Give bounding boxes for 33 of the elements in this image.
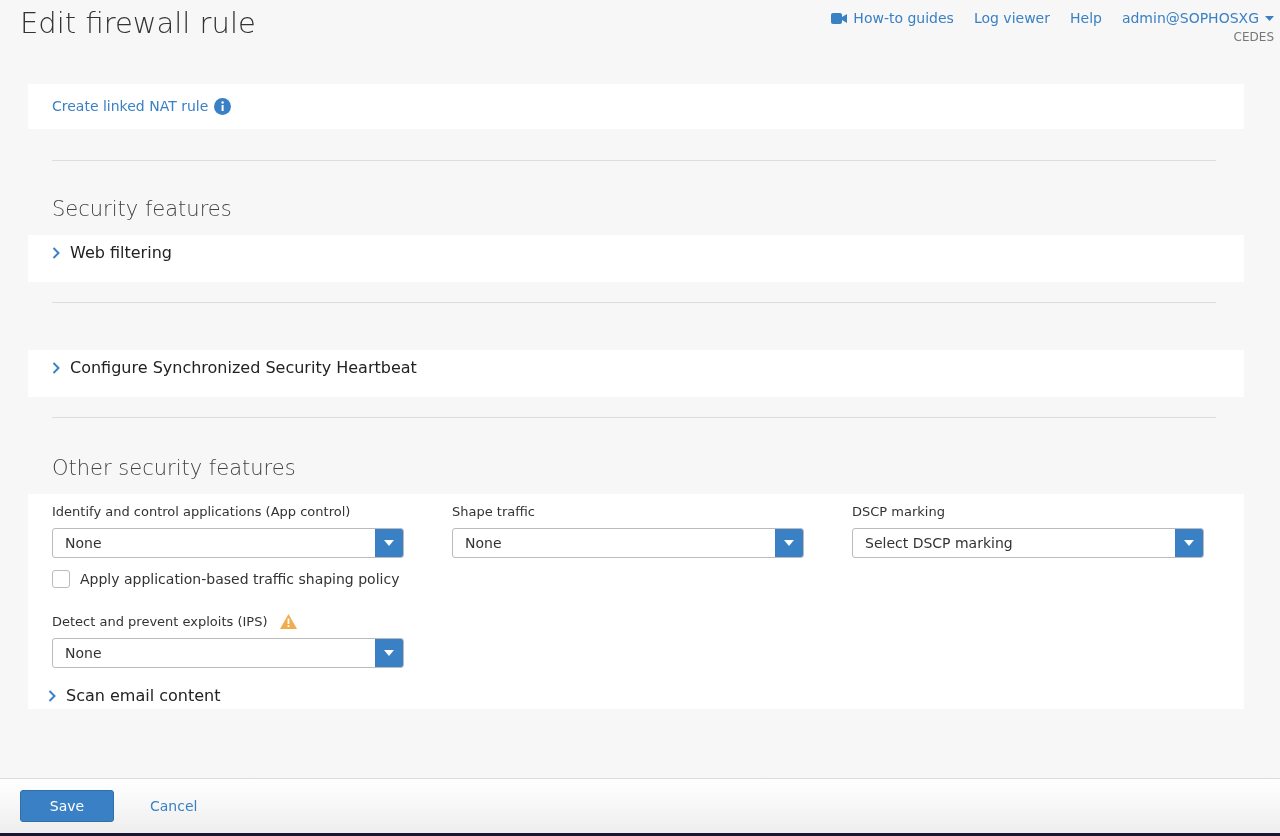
select-dropdown[interactable]: None — [52, 638, 404, 668]
caret-down-icon — [1265, 15, 1274, 21]
nav-link[interactable]: How-to guides — [831, 10, 954, 26]
chevron-icon — [48, 689, 56, 702]
page-title: Edit firewall rule — [20, 6, 256, 42]
select-dropdown[interactable]: None — [52, 528, 404, 558]
nat-rule-link[interactable]: Create linked NAT rule — [52, 98, 209, 114]
checkbox[interactable]: Apply application-based traffic shaping policy — [52, 570, 1220, 588]
info-icon — [214, 97, 232, 115]
cancel-link[interactable]: Cancel — [144, 790, 204, 822]
select-dropdown[interactable]: None — [452, 528, 804, 558]
field-label: Shape traffic — [452, 504, 535, 519]
chevron-icon — [52, 361, 60, 374]
section-heading: Security features — [51, 196, 233, 223]
field-label: DSCP marking — [852, 504, 945, 519]
select-dropdown[interactable]: Select DSCP marking — [852, 528, 1204, 558]
caret-down-icon — [1184, 540, 1194, 546]
caret-down-icon — [384, 650, 394, 656]
chevron-icon — [52, 246, 60, 259]
caret-down-icon — [784, 540, 794, 546]
field-label: Detect and prevent exploits (IPS) — [52, 614, 268, 629]
field-label: Identify and control applications (App control) — [52, 504, 351, 519]
nav-link[interactable]: Help — [1070, 10, 1102, 26]
user-menu[interactable]: admin@SOPHOSXG — [1121, 10, 1274, 26]
expander-toggle[interactable]: Web filtering — [52, 243, 172, 262]
organization-name: CEDES — [1233, 30, 1274, 44]
expander-toggle[interactable]: Scan email content — [48, 686, 221, 705]
nav-link[interactable]: Log viewer — [973, 10, 1050, 26]
save-button[interactable]: Save — [20, 790, 114, 822]
caret-down-icon — [384, 540, 394, 546]
video-camera-icon — [831, 12, 848, 24]
expander-toggle[interactable]: Configure Synchronized Security Heartbeat — [52, 358, 417, 377]
section-heading: Other security features — [51, 455, 297, 482]
